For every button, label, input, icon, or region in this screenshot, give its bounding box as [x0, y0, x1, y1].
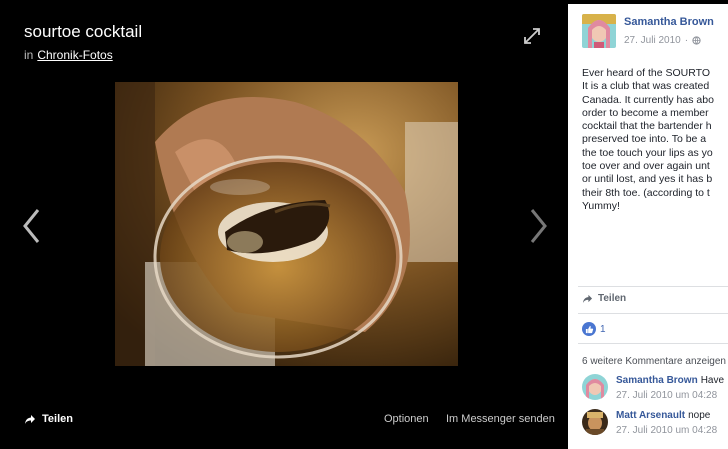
share-arrow-icon — [25, 414, 35, 424]
send-in-messenger-link[interactable]: Im Messenger senden — [446, 413, 555, 425]
comment-date[interactable]: 27. Juli 2010 um 04:28 — [616, 390, 717, 401]
album-prefix: in — [24, 48, 34, 62]
panel-top-edge — [568, 0, 728, 4]
comment-text: Have — [700, 375, 725, 386]
comment-author[interactable]: Samantha Brown — [616, 375, 698, 386]
comment-avatar[interactable] — [582, 374, 608, 400]
share-arrow-icon — [582, 294, 593, 303]
post-share-button[interactable]: Teilen — [582, 293, 626, 304]
photo-viewer: sourtoe cocktail in Chronik-Fotos Teilen… — [0, 0, 568, 449]
post-text-line: Yummy! — [582, 199, 620, 212]
post-text-line: or until lost, and yes it has b — [582, 173, 713, 186]
share-label: Teilen — [42, 413, 73, 425]
comment-item: Matt Arsenault nope 27. Juli 2010 um 04:2… — [582, 409, 728, 439]
post-text-line: preserved toe into. To be a — [582, 133, 707, 146]
divider — [578, 313, 728, 314]
post-text-line: toe over and over again unt — [582, 160, 710, 173]
audience-separator: · — [684, 35, 689, 46]
post-text-line: Canada. It currently has abo — [582, 93, 714, 106]
expand-icon[interactable] — [522, 26, 542, 46]
post-text-line: cocktail that the bartender h — [582, 120, 712, 133]
divider — [578, 286, 728, 287]
like-count: 1 — [600, 323, 606, 335]
like-summary[interactable]: 1 — [582, 322, 606, 336]
thumbs-up-icon — [582, 322, 596, 336]
comment-date[interactable]: 27. Juli 2010 um 04:28 — [616, 425, 717, 436]
comment-avatar[interactable] — [582, 409, 608, 435]
post-text-line: the toe touch your lips as yo — [582, 146, 713, 159]
post-author[interactable]: Samantha Brown — [624, 16, 714, 28]
photo-title: sourtoe cocktail — [24, 22, 143, 41]
cocktail-photo[interactable] — [115, 82, 458, 366]
comment-item: Samantha Brown Have 27. Juli 2010 um 04:2… — [582, 374, 728, 404]
post-text-line: It is a club that was created — [582, 80, 710, 93]
comment-author[interactable]: Matt Arsenault — [616, 410, 685, 421]
viewer-action-bar: Teilen Optionen Im Messenger senden — [0, 400, 568, 440]
post-text-line: Ever heard of the SOURTO — [582, 67, 711, 79]
album-link[interactable]: Chronik-Fotos — [37, 48, 112, 62]
comment-line: Matt Arsenault nope — [616, 410, 710, 421]
post-text-line: order to become a member — [582, 106, 709, 119]
options-link[interactable]: Optionen — [384, 413, 429, 425]
divider — [578, 343, 728, 344]
chevron-left-icon[interactable] — [20, 206, 44, 246]
share-button[interactable]: Teilen — [24, 413, 73, 425]
album-line: in Chronik-Fotos — [24, 48, 113, 62]
comment-text: nope — [688, 410, 711, 421]
post-date[interactable]: 27. Juli 2010 — [624, 35, 681, 46]
post-panel: Samantha Brown 27. Juli 2010 · Ever hear… — [568, 0, 728, 449]
view-more-comments-link[interactable]: 6 weitere Kommentare anzeigen — [582, 356, 726, 367]
avatar[interactable] — [582, 14, 616, 48]
chevron-right-icon[interactable] — [526, 206, 550, 246]
post-text-line: their 8th toe. (according to t — [582, 186, 710, 199]
post-text: Ever heard of the SOURTO It is a club th… — [582, 67, 728, 213]
globe-icon[interactable] — [692, 36, 701, 45]
post-date-row: 27. Juli 2010 · — [624, 35, 701, 46]
comment-line: Samantha Brown Have — [616, 375, 724, 386]
post-share-label: Teilen — [598, 293, 627, 304]
